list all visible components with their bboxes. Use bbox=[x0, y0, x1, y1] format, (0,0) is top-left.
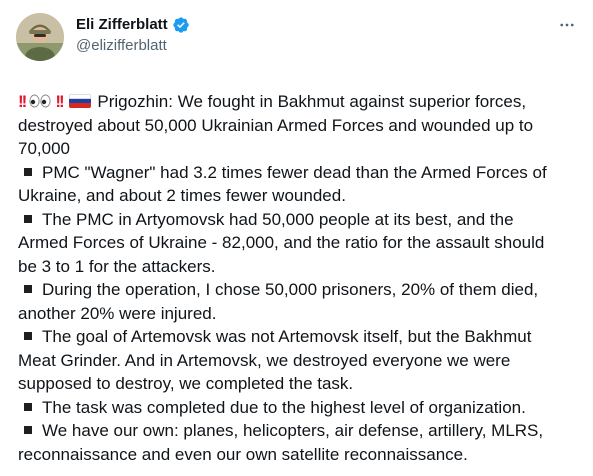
tweet-line-text: supposed to destroy, we completed the ta… bbox=[18, 374, 354, 393]
tweet-line-text: Meat Grinder. And in Artemovsk, we destr… bbox=[18, 350, 511, 370]
black-square-icon bbox=[24, 426, 32, 434]
black-square-icon bbox=[24, 402, 32, 411]
more-horizontal-icon[interactable] bbox=[557, 15, 577, 35]
double-exclamation-icon: !! bbox=[55, 92, 64, 111]
tweet-header: Eli Zifferblatt @elizifferblatt bbox=[16, 12, 577, 70]
tweet-line-text: destroyed about 50,000 Ukrainian Armed F… bbox=[18, 115, 534, 135]
tweet-line: During the operation, I chose 50,000 pri… bbox=[18, 278, 583, 302]
black-square-icon bbox=[24, 285, 32, 293]
tweet-line-text: PMC "Wagner" had 3.2 times fewer dead th… bbox=[42, 162, 547, 182]
avatar[interactable] bbox=[16, 13, 64, 61]
author-name[interactable]: Eli Zifferblatt bbox=[76, 15, 168, 35]
tweet-line-text: reconnaissance and even our own satellit… bbox=[18, 444, 468, 464]
tweet-line-text: The goal of Artemovsk was not Artemovsk … bbox=[42, 327, 532, 346]
black-square-icon bbox=[24, 167, 32, 176]
tweet-line-text: another 20% were injured. bbox=[18, 303, 217, 323]
tweet-line-text: Armed Forces of Ukraine - 82,000, and th… bbox=[18, 233, 545, 252]
tweet-line: The task was completed due to the highes… bbox=[18, 396, 583, 420]
tweet-line-text: be 3 to 1 for the attackers. bbox=[18, 256, 216, 276]
black-square-icon bbox=[24, 332, 32, 340]
russia-flag-icon bbox=[68, 94, 91, 108]
tweet-line-text: Ukraine, and about 2 times fewer wounded… bbox=[18, 186, 346, 205]
tweet-line: !! !! Prigozhin: We fought in Bakhmut ag… bbox=[18, 90, 583, 114]
tweet-line-text: Prigozhin: We fought in Bakhmut against … bbox=[97, 92, 527, 111]
avatar-photo bbox=[16, 13, 64, 61]
tweet-line: The PMC in Artyomovsk had 50,000 people … bbox=[18, 208, 583, 232]
tweet-line-text: The PMC in Artyomovsk had 50,000 people … bbox=[42, 209, 514, 229]
tweet-card[interactable]: Eli Zifferblatt @elizifferblatt !! !! Pr… bbox=[0, 0, 593, 476]
tweet-line-text: 70,000 bbox=[18, 139, 70, 158]
tweet-line: The goal of Artemovsk was not Artemovsk … bbox=[18, 325, 583, 349]
verified-badge-icon bbox=[172, 16, 190, 34]
tweet-line: PMC "Wagner" had 3.2 times fewer dead th… bbox=[18, 161, 583, 185]
tweet-line: We have our own: planes, helicopters, ai… bbox=[18, 419, 583, 443]
tweet-line-text: We have our own: planes, helicopters, ai… bbox=[42, 421, 544, 440]
tweet-line-text: The task was completed due to the highes… bbox=[42, 397, 526, 417]
author-handle[interactable]: @elizifferblatt bbox=[76, 36, 190, 56]
tweet-line-text: During the operation, I chose 50,000 pri… bbox=[42, 280, 539, 299]
black-square-icon bbox=[24, 214, 32, 223]
eyes-icon bbox=[29, 94, 51, 108]
double-exclamation-icon: !! bbox=[18, 92, 27, 111]
tweet-text: !! !! Prigozhin: We fought in Bakhmut ag… bbox=[16, 90, 583, 466]
